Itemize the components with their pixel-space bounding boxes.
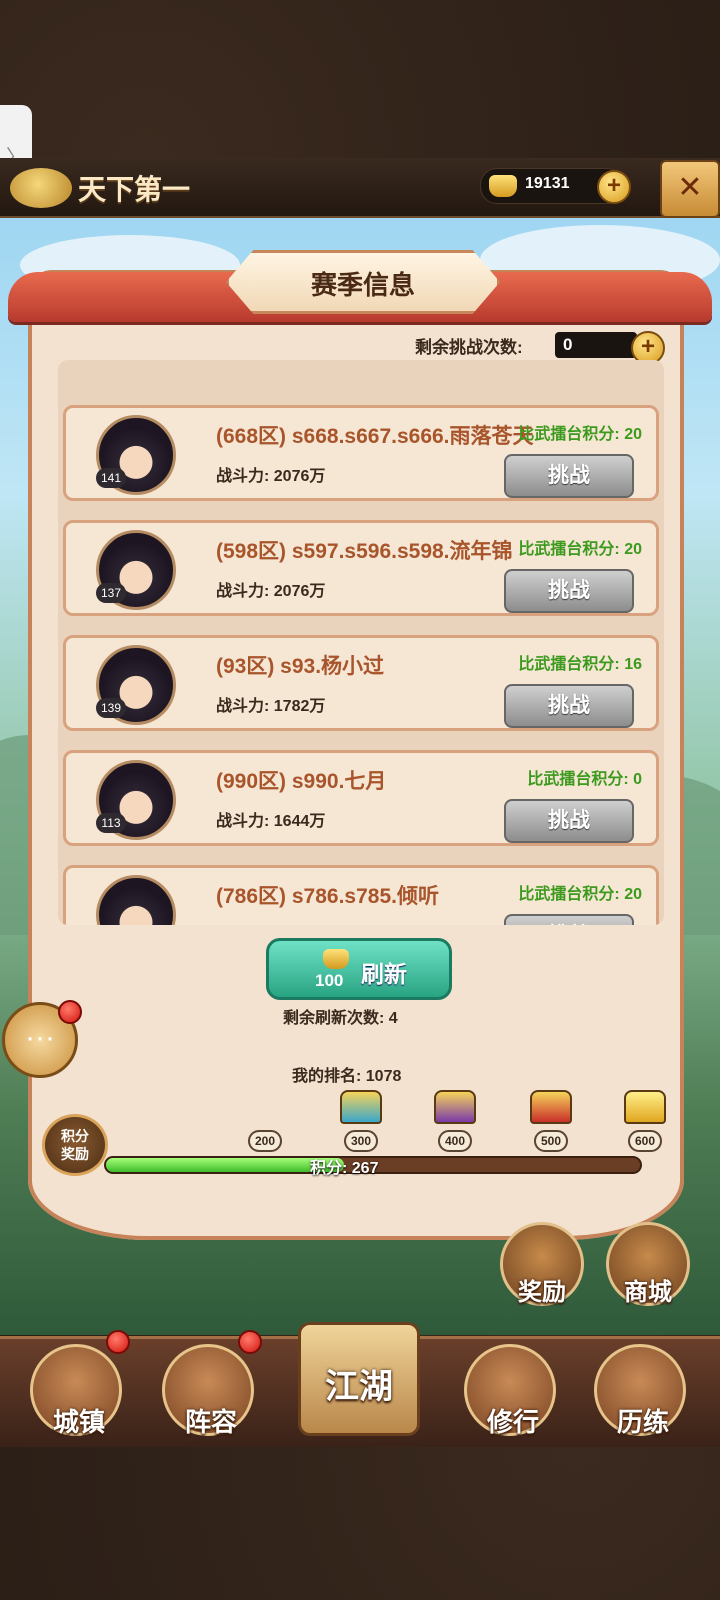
- treasure-chest-icon[interactable]: [530, 1090, 572, 1124]
- challenge-button[interactable]: 挑战: [504, 799, 634, 843]
- shop-button[interactable]: 商城: [606, 1222, 690, 1306]
- challenge-button[interactable]: 挑战: [504, 454, 634, 498]
- fan-icon: [10, 168, 72, 208]
- level-badge: 113: [96, 813, 126, 833]
- refresh-cost: 100: [315, 971, 344, 990]
- shop-label: 商城: [624, 1277, 672, 1306]
- opponent-name: (990区) s990.七月: [216, 770, 387, 793]
- opponent-power: 战斗力: 2076万: [216, 468, 326, 485]
- refresh-label: 刷新: [361, 961, 407, 987]
- level-badge: 141: [96, 468, 126, 488]
- page-title: 天下第一: [78, 173, 191, 206]
- nav-town-label: 城镇: [52, 1408, 105, 1438]
- nav-jianghu-label: 江湖: [325, 1367, 393, 1407]
- nav-training-label: 历练: [616, 1408, 669, 1438]
- opponent-score: 比武擂台积分: 20: [518, 426, 642, 443]
- refresh-remaining: 剩余刷新次数: 4: [283, 1010, 398, 1027]
- opponent-power: 战斗力: 1644万: [216, 813, 326, 830]
- add-gold-button[interactable]: +: [597, 170, 631, 204]
- opponent-name: (668区) s668.s667.s666.雨落苍天: [216, 425, 534, 448]
- gold-counter: 19131 +: [480, 168, 631, 204]
- panel-header: 赛季信息: [226, 250, 500, 314]
- nav-jianghu[interactable]: 江湖: [298, 1322, 420, 1436]
- reward-button[interactable]: 奖励: [500, 1222, 584, 1306]
- level-badge: 139: [96, 698, 126, 718]
- nav-lineup-label: 阵容: [184, 1408, 237, 1438]
- gold-ingot-icon: [489, 175, 517, 197]
- my-rank: 我的排名: 1078: [292, 1068, 402, 1085]
- notification-dot: [58, 1000, 82, 1024]
- opponent-power: 战斗力: 2076万: [216, 583, 326, 600]
- opponent-row: (786区) s786.s785.倾听 比武擂台积分: 20 挑战: [63, 865, 659, 925]
- opponent-list[interactable]: 141 (668区) s668.s667.s666.雨落苍天 比武擂台积分: 2…: [58, 360, 664, 925]
- nav-lineup[interactable]: 阵容: [162, 1344, 254, 1438]
- remaining-challenges-label: 剩余挑战次数:: [415, 338, 523, 357]
- treasure-chest-icon[interactable]: [434, 1090, 476, 1124]
- opponent-name: (93区) s93.杨小过: [216, 655, 385, 678]
- nav-practice-label: 修行: [486, 1408, 539, 1438]
- remaining-challenges-value: 0: [555, 332, 637, 358]
- treasure-chest-icon[interactable]: [624, 1090, 666, 1124]
- milestone-label: 300: [344, 1130, 378, 1152]
- panel-title: 赛季信息: [310, 271, 415, 301]
- reward-label: 奖励: [518, 1277, 566, 1306]
- opponent-score: 比武擂台积分: 20: [518, 541, 642, 558]
- nav-practice[interactable]: 修行: [464, 1344, 556, 1438]
- title-area: 天下第一: [10, 166, 190, 210]
- opponent-name: (786区) s786.s785.倾听: [216, 885, 439, 908]
- nav-town[interactable]: 城镇: [30, 1344, 122, 1438]
- points-badge-line2: 奖励: [61, 1146, 89, 1162]
- opponent-score: 比武擂台积分: 0: [527, 771, 642, 788]
- level-badge: 137: [96, 583, 126, 603]
- points-badge-line1: 积分: [61, 1128, 89, 1144]
- refresh-button[interactable]: 100 刷新: [266, 938, 452, 1000]
- nav-training[interactable]: 历练: [594, 1344, 686, 1438]
- avatar[interactable]: [96, 875, 176, 925]
- opponent-row: 139 (93区) s93.杨小过 比武擂台积分: 16 战斗力: 1782万 …: [63, 635, 659, 731]
- gold-ingot-icon: [323, 949, 349, 969]
- opponent-row: 141 (668区) s668.s667.s666.雨落苍天 比武擂台积分: 2…: [63, 405, 659, 501]
- opponent-row: 113 (990区) s990.七月 比武擂台积分: 0 战斗力: 1644万 …: [63, 750, 659, 846]
- points-progress-fill: [106, 1158, 344, 1172]
- treasure-chest-icon[interactable]: [340, 1090, 382, 1124]
- challenge-button[interactable]: 挑战: [504, 569, 634, 613]
- opponent-row: 137 (598区) s597.s596.s598.流年锦 比武擂台积分: 20…: [63, 520, 659, 616]
- points-reward-badge[interactable]: 积分 奖励: [42, 1114, 108, 1176]
- points-text: 积分: 267: [310, 1160, 379, 1177]
- milestone-label: 400: [438, 1130, 472, 1152]
- close-button[interactable]: ✕: [660, 160, 720, 218]
- opponent-score: 比武擂台积分: 16: [518, 656, 642, 673]
- milestone-label: 600: [628, 1130, 662, 1152]
- milestone-label: 500: [534, 1130, 568, 1152]
- notification-dot: [238, 1330, 262, 1354]
- milestone-label: 200: [248, 1130, 282, 1152]
- challenge-button[interactable]: 挑战: [504, 914, 634, 925]
- notification-dot: [106, 1330, 130, 1354]
- challenge-button[interactable]: 挑战: [504, 684, 634, 728]
- gold-amount: 19131: [525, 175, 570, 192]
- opponent-name: (598区) s597.s596.s598.流年锦: [216, 540, 513, 563]
- opponent-power: 战斗力: 1782万: [216, 698, 326, 715]
- opponent-score: 比武擂台积分: 20: [518, 886, 642, 903]
